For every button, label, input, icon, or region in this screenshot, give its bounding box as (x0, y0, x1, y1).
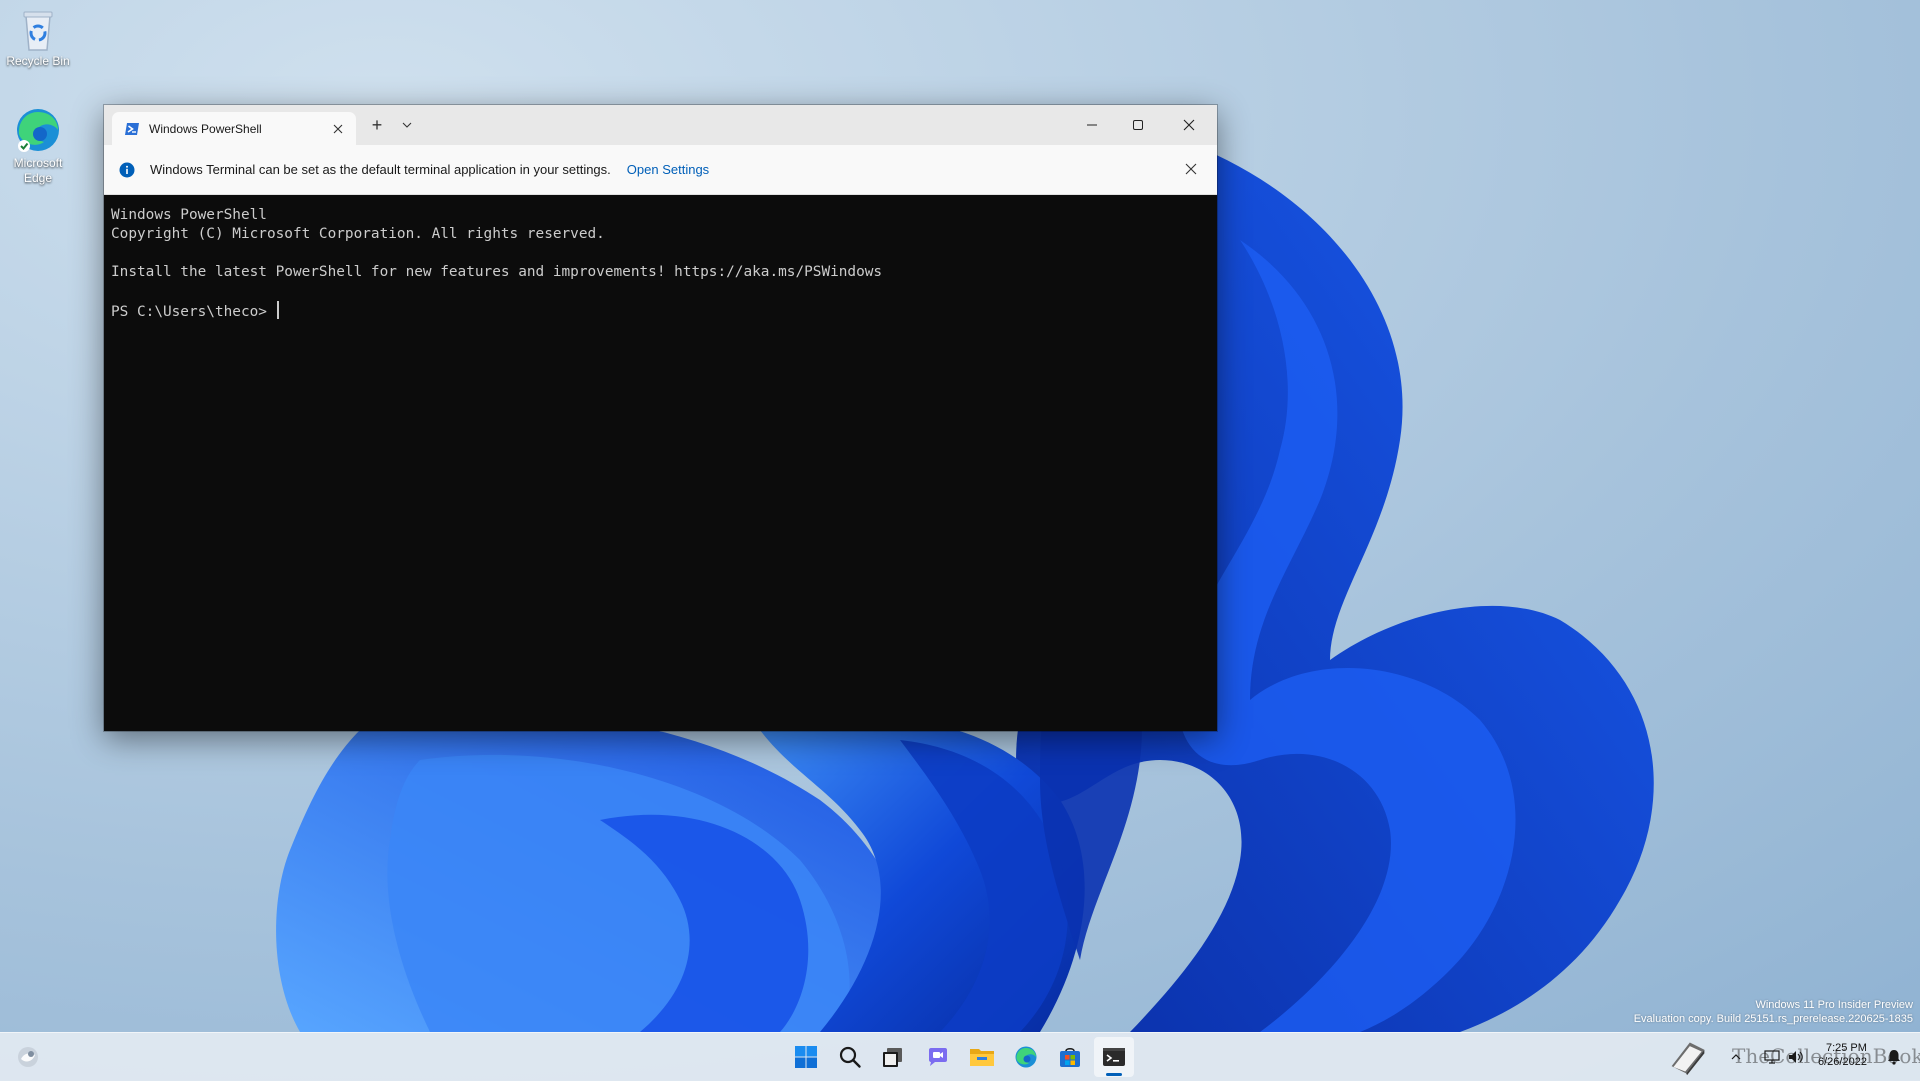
taskbar-terminal[interactable] (1094, 1037, 1134, 1077)
info-bar-close-button[interactable] (1179, 157, 1203, 181)
terminal-line: Windows PowerShell (111, 207, 267, 223)
title-bar[interactable]: Windows PowerShell + (104, 105, 1217, 145)
maximize-icon (1133, 120, 1143, 130)
taskbar-chat[interactable] (918, 1037, 958, 1077)
notification-bell-icon (1888, 1050, 1900, 1065)
terminal-icon (1103, 1048, 1125, 1066)
desktop-icon-label: Recycle Bin (6, 54, 70, 68)
clock-date: 6/26/2022 (1818, 1056, 1867, 1068)
volume-icon (1789, 1051, 1803, 1063)
tray-clock[interactable]: 7:25 PM 6/26/2022 (1818, 1041, 1867, 1069)
chevron-down-icon (402, 122, 412, 128)
close-icon (1185, 163, 1197, 175)
maximize-button[interactable] (1115, 105, 1161, 145)
active-indicator (1106, 1073, 1122, 1076)
close-icon (333, 124, 343, 133)
info-message: Windows Terminal can be set as the defau… (150, 162, 611, 177)
watermark-line: Evaluation copy. Build 25151.rs_prerelea… (1633, 1013, 1913, 1025)
powershell-icon (125, 122, 139, 135)
tab-close-button[interactable] (324, 115, 352, 143)
terminal-prompt-line: PS C:\Users\theco> (111, 301, 279, 322)
chevron-up-icon (1731, 1054, 1741, 1060)
network-icon (1764, 1050, 1780, 1064)
taskbar-widgets[interactable] (8, 1037, 48, 1077)
tab-windows-powershell[interactable]: Windows PowerShell (112, 112, 356, 145)
desktop-icon-recycle-bin[interactable]: Recycle Bin (0, 8, 76, 69)
taskbar-store[interactable] (1050, 1037, 1090, 1077)
widgets-icon (18, 1047, 38, 1067)
tray-overflow-button[interactable] (1724, 1037, 1748, 1077)
edge-icon (17, 109, 59, 152)
book-icon (1671, 1042, 1705, 1076)
minimize-button[interactable] (1069, 105, 1115, 145)
tab-title: Windows PowerShell (149, 121, 262, 136)
terminal-cursor (276, 301, 279, 319)
tab-dropdown-button[interactable] (392, 105, 422, 145)
terminal-line: Copyright (C) Microsoft Corporation. All… (111, 226, 605, 242)
new-tab-button[interactable]: + (362, 105, 392, 145)
recycle-bin-icon (23, 11, 53, 51)
close-window-button[interactable] (1161, 105, 1217, 145)
edge-icon (1015, 1046, 1037, 1068)
terminal-output[interactable]: Windows PowerShell Copyright (C) Microso… (104, 195, 1217, 731)
watermark-line: Windows 11 Pro Insider Preview (1755, 999, 1913, 1011)
taskbar-edge[interactable] (1006, 1037, 1046, 1077)
file-explorer-icon (970, 1049, 994, 1066)
taskbar-file-explorer[interactable] (962, 1037, 1002, 1077)
evaluation-watermark: Windows 11 Pro Insider Preview Evaluatio… (1634, 998, 1913, 1026)
plus-icon: + (371, 115, 383, 135)
default-terminal-info-bar: Windows Terminal can be set as the defau… (104, 145, 1217, 195)
search-icon (839, 1046, 861, 1068)
clock-time: 7:25 PM (1825, 1042, 1867, 1054)
store-icon (1060, 1048, 1080, 1067)
desktop-icon-microsoft-edge[interactable]: Microsoft Edge (0, 106, 76, 186)
taskbar-task-view[interactable] (873, 1037, 913, 1077)
taskbar-start[interactable] (786, 1037, 826, 1077)
terminal-line: Install the latest PowerShell for new fe… (111, 264, 883, 280)
tray-network[interactable] (1760, 1037, 1784, 1077)
taskbar-book-app[interactable] (1668, 1037, 1708, 1077)
task-view-icon (883, 1048, 902, 1067)
taskbar-search[interactable] (830, 1037, 870, 1077)
open-settings-link[interactable]: Open Settings (627, 162, 709, 177)
terminal-window[interactable]: Windows PowerShell + Windows Terminal ca… (104, 105, 1217, 731)
tray-volume[interactable] (1784, 1037, 1808, 1077)
minimize-icon (1087, 124, 1097, 126)
start-icon (795, 1046, 817, 1068)
close-icon (1183, 119, 1195, 131)
info-icon (119, 162, 135, 177)
terminal-prompt: PS C:\Users\theco> (111, 304, 276, 320)
chat-icon (929, 1048, 947, 1066)
desktop-icon-label: Microsoft Edge (13, 156, 63, 185)
taskbar: TheCollectionBook 7:25 PM 6/26/2022 (0, 1032, 1920, 1081)
tray-notifications[interactable] (1882, 1037, 1906, 1077)
